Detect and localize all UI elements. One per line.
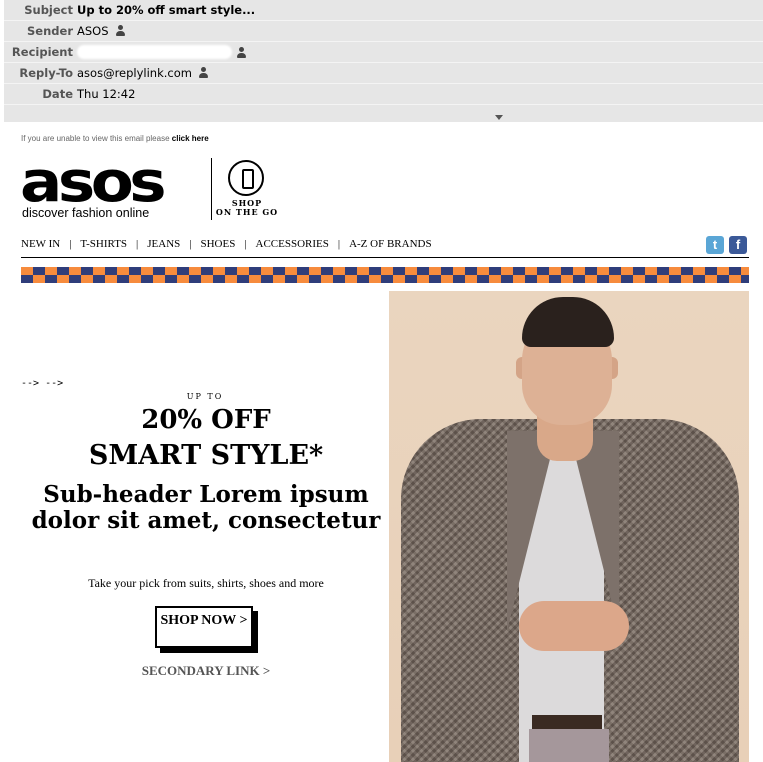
- replyto-value[interactable]: asos@replylink.com: [77, 66, 209, 80]
- asos-logo[interactable]: asos: [20, 155, 167, 211]
- header-row-replyto: Reply-To asos@replylink.com: [4, 63, 763, 84]
- shop-on-the-go-link[interactable]: SHOP ON THE GO: [214, 199, 280, 217]
- date-value: Thu 12:42: [77, 87, 136, 101]
- person-icon[interactable]: [198, 67, 209, 78]
- header-expand-row[interactable]: [4, 105, 763, 123]
- sender-value[interactable]: ASOS: [77, 24, 126, 38]
- html-comment-artifact: --> -->: [21, 378, 64, 389]
- view-online-link[interactable]: click here: [172, 134, 209, 143]
- decorative-stripe-lower: [21, 275, 749, 283]
- email-header-panel: Subject Up to 20% off smart style... Sen…: [4, 0, 763, 124]
- twitter-icon[interactable]: t: [706, 236, 724, 254]
- nav-accessories[interactable]: ACCESSORIES: [256, 238, 329, 250]
- shop-go-line2: ON THE GO: [215, 207, 279, 217]
- nav-separator: |: [136, 238, 139, 250]
- promo-subheader: Sub-header Lorem ipsum dolor sit amet, c…: [31, 481, 381, 534]
- nav-separator: |: [189, 238, 192, 250]
- logo-divider: [211, 158, 212, 220]
- recipient-label: Recipient: [11, 45, 73, 59]
- promo-headline-1: 20% OFF: [141, 405, 271, 435]
- header-row-recipient: Recipient: [4, 42, 763, 63]
- sender-name[interactable]: ASOS: [77, 24, 109, 38]
- nav-tshirts[interactable]: T-SHIRTS: [80, 238, 127, 250]
- replyto-label: Reply-To: [19, 66, 73, 80]
- redacted-recipient: [77, 45, 232, 59]
- belt-shape: [532, 715, 602, 729]
- replyto-address[interactable]: asos@replylink.com: [77, 66, 192, 80]
- logo-tagline: discover fashion online: [22, 206, 150, 220]
- chevron-down-icon[interactable]: [495, 115, 503, 120]
- hair-shape: [522, 297, 614, 347]
- sender-label: Sender: [27, 24, 73, 38]
- nav-separator: |: [244, 238, 247, 250]
- secondary-link[interactable]: SECONDARY LINK >: [20, 663, 392, 679]
- model-photo[interactable]: [389, 291, 749, 762]
- nav-brands[interactable]: A-Z OF BRANDS: [349, 238, 432, 250]
- subject-label: Subject: [24, 3, 73, 17]
- person-icon[interactable]: [115, 25, 126, 36]
- nav-jeans[interactable]: JEANS: [147, 238, 180, 250]
- header-row-subject: Subject Up to 20% off smart style...: [4, 0, 763, 21]
- facebook-icon[interactable]: f: [729, 236, 747, 254]
- phone-icon[interactable]: [228, 160, 264, 196]
- shop-now-button[interactable]: SHOP NOW >: [155, 606, 253, 648]
- view-online-text: If you are unable to view this email ple…: [21, 134, 170, 143]
- promo-upto: UP TO: [186, 392, 224, 401]
- person-icon[interactable]: [236, 47, 247, 58]
- pants-shape: [529, 729, 609, 762]
- nav-new-in[interactable]: NEW IN: [21, 238, 60, 250]
- subject-value[interactable]: Up to 20% off smart style...: [77, 3, 255, 17]
- promo-headline-2: SMART STYLE*: [88, 440, 324, 471]
- nav-separator: |: [337, 238, 341, 250]
- hands-shape: [519, 601, 629, 651]
- view-online-notice: If you are unable to view this email ple…: [21, 134, 209, 143]
- nav-separator: |: [69, 238, 72, 250]
- promo-description: Take your pick from suits, shirts, shoes…: [88, 576, 324, 590]
- header-row-sender: Sender ASOS: [4, 21, 763, 42]
- header-row-date: Date Thu 12:42: [4, 84, 763, 105]
- nav-shoes[interactable]: SHOES: [200, 238, 235, 250]
- main-nav: NEW IN | T-SHIRTS | JEANS | SHOES | ACCESSORIES |…: [21, 238, 432, 250]
- nav-underline: [21, 257, 749, 258]
- date-label: Date: [42, 87, 73, 101]
